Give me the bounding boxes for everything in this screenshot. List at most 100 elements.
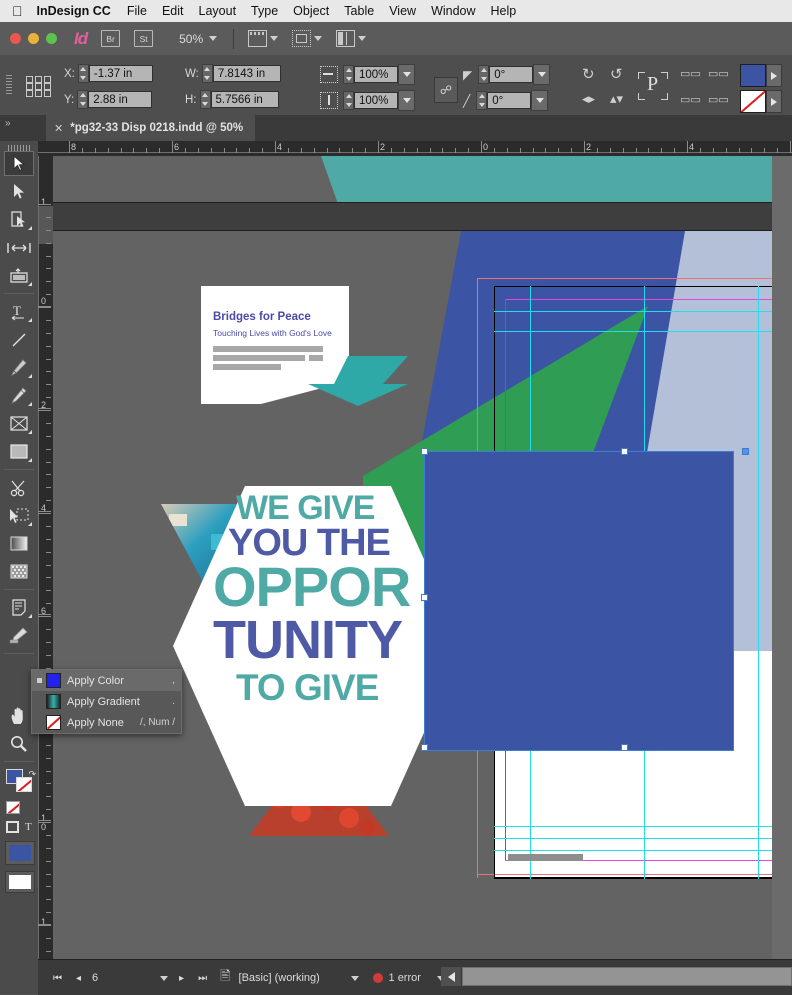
type-tool[interactable]: T xyxy=(4,299,34,324)
scale-x-stepper[interactable] xyxy=(343,65,354,84)
gap-tool[interactable] xyxy=(4,235,34,260)
menu-item-window[interactable]: Window xyxy=(431,4,475,18)
line-tool[interactable] xyxy=(4,327,34,352)
minimize-window-button[interactable] xyxy=(28,33,39,44)
y-stepper[interactable] xyxy=(77,90,89,109)
selection-handle-bottom-center[interactable] xyxy=(621,744,628,751)
width-stepper[interactable] xyxy=(201,64,213,83)
zoom-level-dropdown[interactable]: 50% xyxy=(179,32,218,46)
fill-stroke-proxy[interactable]: ↷ xyxy=(6,769,36,797)
scale-x-field[interactable]: 100% xyxy=(320,64,415,85)
scale-y-stepper[interactable] xyxy=(343,91,354,110)
rotation-field[interactable]: ◤ 0° xyxy=(463,64,551,85)
gradient-swatch-tool[interactable] xyxy=(4,531,34,556)
scale-x-dropdown[interactable] xyxy=(398,64,415,85)
rotation-value[interactable]: 0° xyxy=(489,66,534,83)
chevron-down-icon[interactable] xyxy=(350,975,359,981)
direct-selection-tool[interactable] xyxy=(4,179,34,204)
send-backward-icon[interactable]: ▭▭ xyxy=(708,93,729,106)
zoom-tool[interactable] xyxy=(4,731,34,756)
document-tab[interactable]: ✕ *pg32-33 Disp 0218.indd @ 50% xyxy=(46,115,256,141)
selection-tool[interactable] xyxy=(4,151,34,176)
x-position-field[interactable]: X: -1.37 in xyxy=(64,64,153,83)
menu-item-table[interactable]: Table xyxy=(344,4,374,18)
teal-arrow-shape[interactable] xyxy=(288,356,408,406)
page-tool[interactable] xyxy=(4,207,34,232)
document-canvas[interactable]: Bridges for Peace Touching Lives with Go… xyxy=(53,156,792,959)
margin-guide-top[interactable] xyxy=(505,299,792,300)
menu-item-view[interactable]: View xyxy=(389,4,416,18)
height-field[interactable]: H: 5.7566 in xyxy=(185,90,279,109)
width-value[interactable]: 7.8143 in xyxy=(212,65,281,82)
y-position-field[interactable]: Y: 2.88 in xyxy=(64,90,153,109)
ruler-guide[interactable] xyxy=(494,838,792,839)
page-number-field[interactable]: 6 xyxy=(88,970,172,987)
hand-tool[interactable] xyxy=(4,703,34,728)
shear-stepper[interactable] xyxy=(476,91,488,110)
first-page-icon[interactable]: ⏮ xyxy=(53,973,62,984)
y-value[interactable]: 2.88 in xyxy=(88,91,153,108)
selected-rectangle-frame[interactable] xyxy=(424,451,734,751)
constrain-proportions-button[interactable]: ☍ xyxy=(434,77,458,103)
x-stepper[interactable] xyxy=(77,64,89,83)
send-to-back-icon[interactable]: ▭▭ xyxy=(680,93,701,106)
last-page-icon[interactable]: ⏭ xyxy=(198,973,207,984)
horizontal-ruler[interactable]: 8 6 4 2 0 2 4 xyxy=(38,141,792,157)
ruler-guide[interactable] xyxy=(494,826,792,827)
ruler-guide[interactable] xyxy=(494,331,792,332)
selection-handle-bottom-left[interactable] xyxy=(421,744,428,751)
rectangle-tool[interactable] xyxy=(4,439,34,464)
menu-item-layout[interactable]: Layout xyxy=(199,4,237,18)
close-window-button[interactable] xyxy=(10,33,21,44)
rotate-counterclockwise-icon[interactable]: ↺ xyxy=(610,65,623,83)
pencil-tool[interactable] xyxy=(4,383,34,408)
scissors-tool[interactable] xyxy=(4,475,34,500)
free-transform-tool[interactable] xyxy=(4,503,34,528)
format-container-icon[interactable] xyxy=(6,821,19,833)
shear-value[interactable]: 0° xyxy=(487,92,532,109)
flip-vertical-icon[interactable]: ▴▾ xyxy=(610,91,623,107)
chevron-down-icon[interactable] xyxy=(160,975,169,981)
stroke-color-swatch[interactable] xyxy=(740,90,766,113)
pen-tool[interactable] xyxy=(4,355,34,380)
placeholder-text-bar[interactable] xyxy=(508,854,583,861)
eyedropper-tool[interactable] xyxy=(4,623,34,648)
scale-y-dropdown[interactable] xyxy=(398,90,415,111)
height-stepper[interactable] xyxy=(199,90,211,109)
panel-grip[interactable] xyxy=(6,75,12,95)
preview-mode-button[interactable] xyxy=(292,30,323,47)
format-text-icon[interactable]: T xyxy=(25,821,32,833)
chevron-double-right-icon[interactable]: » xyxy=(5,118,11,129)
selection-handle-top-right[interactable] xyxy=(742,448,749,455)
preflight-profile-selector[interactable]: [Basic] (working) xyxy=(239,972,359,984)
close-icon[interactable]: ✕ xyxy=(54,122,63,135)
column-guide[interactable] xyxy=(758,286,759,879)
apply-color-context-menu[interactable]: Apply Color , Apply Gradient . Apply Non… xyxy=(31,669,182,734)
bridge-button[interactable]: Br xyxy=(101,30,121,47)
rotate-clockwise-icon[interactable]: ↻ xyxy=(582,65,595,83)
menu-item-object[interactable]: Object xyxy=(293,4,329,18)
height-value[interactable]: 5.7566 in xyxy=(210,91,279,108)
vertical-ruler[interactable]: 1 0 2 4 6 1 0 1 xyxy=(38,156,54,959)
preflight-document-icon[interactable]: 🖹 xyxy=(220,967,230,989)
default-fill-stroke-icon[interactable] xyxy=(6,801,20,814)
scale-y-field[interactable]: 100% xyxy=(320,90,415,111)
vertical-scrollbar[interactable] xyxy=(772,156,792,959)
menu-item-file[interactable]: File xyxy=(127,4,147,18)
rectangle-frame-tool[interactable] xyxy=(4,411,34,436)
scale-y-value[interactable]: 100% xyxy=(354,92,398,109)
scroll-left-button[interactable] xyxy=(441,967,461,986)
scale-x-value[interactable]: 100% xyxy=(354,66,398,83)
formatting-target-row[interactable]: T xyxy=(6,819,36,835)
error-status[interactable]: 1 error xyxy=(372,972,445,984)
previous-page-icon[interactable]: ◂ xyxy=(76,973,81,984)
horizontal-scrollbar[interactable] xyxy=(462,967,792,986)
maximize-window-button[interactable] xyxy=(46,33,57,44)
bring-forward-icon[interactable]: ▭▭ xyxy=(708,67,729,80)
ruler-guide[interactable] xyxy=(494,850,792,851)
gradient-feather-tool[interactable] xyxy=(4,559,34,584)
apple-logo-icon[interactable]:  xyxy=(12,4,23,18)
rotation-stepper[interactable] xyxy=(478,65,490,84)
apply-color-proxy[interactable] xyxy=(5,841,35,865)
selection-handle-top-left[interactable] xyxy=(421,448,428,455)
